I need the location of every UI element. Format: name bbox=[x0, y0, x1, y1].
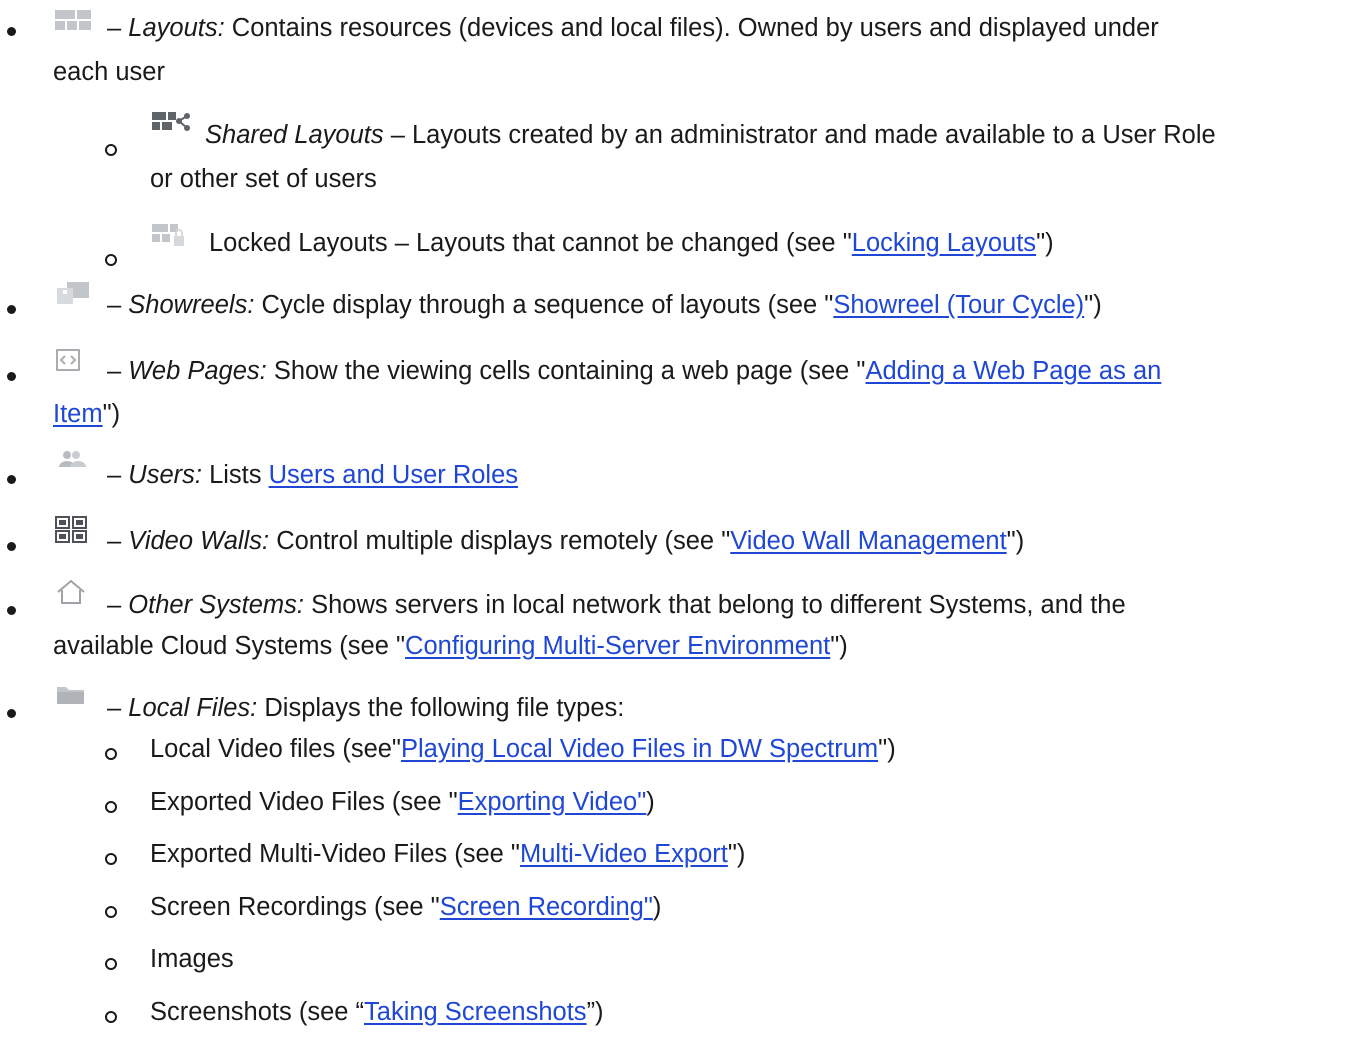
web-pages-line-2: Item") bbox=[53, 400, 120, 429]
description: available Cloud Systems (see " bbox=[53, 632, 406, 660]
link-video-wall-management[interactable]: Video Wall Management bbox=[730, 527, 1006, 555]
dash: – bbox=[107, 291, 122, 319]
quote-close: ) bbox=[646, 788, 655, 816]
bullet bbox=[7, 475, 16, 484]
description: Contains resources (devices and local fi… bbox=[231, 14, 1159, 42]
description: Cycle display through a sequence of layo… bbox=[261, 291, 834, 319]
bullet bbox=[7, 542, 16, 551]
link-adding-web-page-cont[interactable]: Item bbox=[53, 400, 103, 428]
layouts-line-2: each user bbox=[53, 58, 165, 86]
description: Exported Multi-Video Files (see " bbox=[150, 840, 520, 868]
shared-layouts-line-2: or other set of users bbox=[150, 165, 377, 193]
link-exporting-video[interactable]: Exporting Video" bbox=[458, 788, 647, 816]
sub-bullet bbox=[105, 1011, 117, 1023]
other-systems-line: – Other Systems: Shows servers in local … bbox=[107, 591, 1126, 620]
other-systems-line-2: available Cloud Systems (see "Configurin… bbox=[53, 632, 848, 661]
home-icon bbox=[57, 579, 85, 604]
link-users-and-user-roles[interactable]: Users and User Roles bbox=[269, 461, 518, 489]
quote-close: ") bbox=[1036, 229, 1054, 257]
dash: – bbox=[107, 591, 122, 619]
list-item: Exported Multi-Video Files (see "Multi-V… bbox=[150, 840, 745, 869]
link-playing-local-video[interactable]: Playing Local Video Files in DW Spectrum bbox=[401, 735, 878, 763]
term-video-walls: Video Walls: bbox=[128, 527, 270, 555]
sub-bullet bbox=[105, 748, 117, 760]
web-page-icon bbox=[56, 349, 80, 371]
quote-close: ") bbox=[830, 632, 848, 660]
sub-bullet bbox=[105, 144, 117, 156]
quote-close: ") bbox=[102, 400, 121, 428]
list-item: Exported Video Files (see "Exporting Vid… bbox=[150, 788, 655, 817]
term-other-systems: Other Systems: bbox=[128, 591, 304, 619]
video-walls-line: – Video Walls: Control multiple displays… bbox=[107, 527, 1024, 556]
dash: – bbox=[107, 357, 122, 385]
description: Displays the following file types: bbox=[264, 694, 625, 722]
term-shared-layouts: Shared Layouts bbox=[205, 121, 384, 149]
sub-bullet bbox=[105, 254, 117, 266]
locked-layouts-line: Locked Layouts – Layouts that cannot be … bbox=[209, 229, 1054, 258]
dash: – bbox=[107, 14, 122, 42]
local-files-line: – Local Files: Displays the following fi… bbox=[107, 694, 624, 723]
term-showreels: Showreels: bbox=[128, 291, 255, 319]
dash: – bbox=[107, 527, 122, 555]
description: Show the viewing cells containing a web … bbox=[273, 357, 866, 385]
link-multi-video-export[interactable]: Multi-Video Export bbox=[520, 840, 728, 868]
video-wall-icon bbox=[55, 516, 87, 543]
link-taking-screenshots[interactable]: Taking Screenshots bbox=[364, 998, 587, 1026]
quote-close: ) bbox=[652, 893, 662, 921]
term-users: Users: bbox=[128, 461, 202, 489]
shared-layouts-icon bbox=[152, 112, 190, 131]
link-screen-recording[interactable]: Screen Recording" bbox=[440, 893, 653, 921]
layouts-icon bbox=[55, 10, 91, 30]
showreels-icon bbox=[57, 282, 89, 304]
dash: – bbox=[107, 694, 122, 722]
folder-icon bbox=[57, 687, 84, 704]
link-showreel[interactable]: Showreel (Tour Cycle) bbox=[833, 291, 1084, 319]
web-pages-line: – Web Pages: Show the viewing cells cont… bbox=[107, 357, 1161, 386]
showreels-line: – Showreels: Cycle display through a seq… bbox=[107, 291, 1102, 320]
link-adding-web-page[interactable]: Adding a Web Page as an bbox=[865, 357, 1161, 385]
term-layouts: Layouts: bbox=[128, 14, 225, 42]
bullet bbox=[7, 305, 16, 314]
list-item: Local Video files (see"Playing Local Vid… bbox=[150, 735, 896, 764]
description: Screenshots (see “ bbox=[150, 998, 365, 1026]
sub-bullet bbox=[105, 958, 117, 970]
bullet bbox=[7, 27, 16, 36]
list-item: Images bbox=[150, 945, 234, 974]
term-web-pages: Web Pages: bbox=[128, 357, 267, 385]
users-icon bbox=[59, 451, 86, 467]
description: Screen Recordings (see " bbox=[150, 893, 440, 921]
sub-bullet bbox=[105, 906, 117, 918]
quote-close: ") bbox=[878, 735, 896, 763]
list-item: Screenshots (see “Taking Screenshots”) bbox=[150, 998, 604, 1027]
locked-layouts-icon bbox=[152, 224, 184, 246]
sub-bullet bbox=[105, 853, 117, 865]
description: Locked Layouts – Layouts that cannot be … bbox=[209, 229, 852, 257]
term-local-files: Local Files: bbox=[128, 694, 258, 722]
description: Shows servers in local network that belo… bbox=[311, 591, 1126, 619]
quote-close: ") bbox=[1006, 527, 1025, 555]
link-locking-layouts[interactable]: Locking Layouts bbox=[852, 229, 1036, 257]
bullet bbox=[7, 709, 16, 718]
shared-layouts-line: Shared Layouts – Layouts created by an a… bbox=[205, 121, 1216, 150]
quote-close: ") bbox=[1084, 291, 1102, 319]
description: Exported Video Files (see " bbox=[150, 788, 458, 816]
list-item: Screen Recordings (see "Screen Recording… bbox=[150, 893, 661, 922]
users-line: – Users: Lists Users and User Roles bbox=[107, 461, 518, 490]
description: Lists bbox=[209, 461, 269, 489]
description: Local Video files (see" bbox=[150, 735, 401, 763]
quote-close: ”) bbox=[586, 998, 604, 1026]
dash: – bbox=[107, 461, 122, 489]
sub-bullet bbox=[105, 801, 117, 813]
description: Control multiple displays remotely (see … bbox=[276, 527, 731, 555]
bullet bbox=[7, 372, 16, 381]
quote-close: ") bbox=[727, 840, 746, 868]
link-multi-server[interactable]: Configuring Multi-Server Environment bbox=[405, 632, 830, 660]
description: Images bbox=[150, 945, 234, 973]
bullet bbox=[7, 606, 16, 615]
layouts-line: – Layouts: Contains resources (devices a… bbox=[107, 14, 1159, 43]
description: – Layouts created by an administrator an… bbox=[390, 121, 1216, 149]
